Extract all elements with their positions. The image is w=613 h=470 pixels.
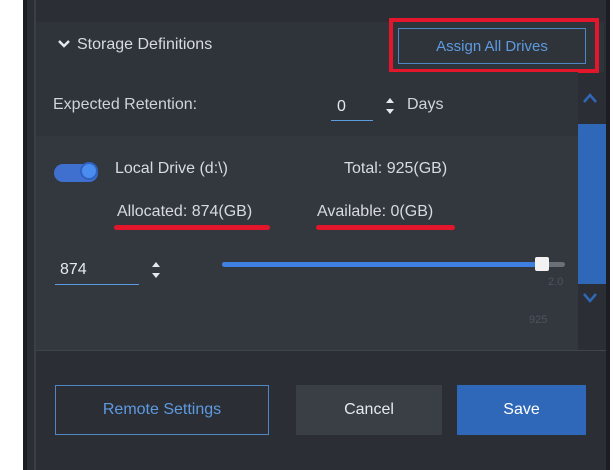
allocation-slider-fill — [222, 262, 546, 267]
remote-settings-button[interactable]: Remote Settings — [55, 385, 269, 435]
drive-allocated: Allocated: 874(GB) — [117, 203, 253, 220]
slider-faint-mark: 925 — [529, 314, 548, 326]
drive-available: Available: 0(GB) — [317, 203, 434, 220]
retention-stepper-icon[interactable] — [385, 97, 395, 115]
retention-input-underline — [331, 120, 373, 121]
slider-faint-mark: 2.0 — [548, 276, 564, 288]
drive-total: Total: 925(GB) — [344, 160, 448, 177]
allocation-input[interactable]: 874 — [60, 261, 87, 279]
allocation-slider-thumb[interactable] — [535, 257, 549, 271]
panel-right-border — [606, 0, 610, 470]
retention-input[interactable]: 0 — [337, 98, 346, 116]
save-button[interactable]: Save — [457, 385, 586, 435]
drive-name: Local Drive (d:\) — [115, 160, 228, 177]
annotation-highlight-box — [389, 18, 599, 73]
chevron-down-icon[interactable] — [582, 292, 598, 304]
chevron-down-icon[interactable] — [56, 36, 72, 52]
cancel-button[interactable]: Cancel — [296, 385, 442, 435]
retention-label: Expected Retention: — [53, 96, 198, 113]
allocation-input-underline — [55, 284, 139, 285]
annotation-underline-available — [316, 225, 455, 230]
panel-left-border — [23, 0, 27, 470]
section-title: Storage Definitions — [77, 36, 213, 53]
chevron-up-icon[interactable] — [582, 92, 598, 104]
drive-toggle-knob[interactable] — [80, 162, 98, 180]
retention-unit: Days — [407, 96, 444, 113]
scrollbar-thumb[interactable] — [578, 124, 606, 284]
allocation-stepper-icon[interactable] — [151, 261, 161, 279]
annotation-underline-allocated — [114, 225, 270, 230]
